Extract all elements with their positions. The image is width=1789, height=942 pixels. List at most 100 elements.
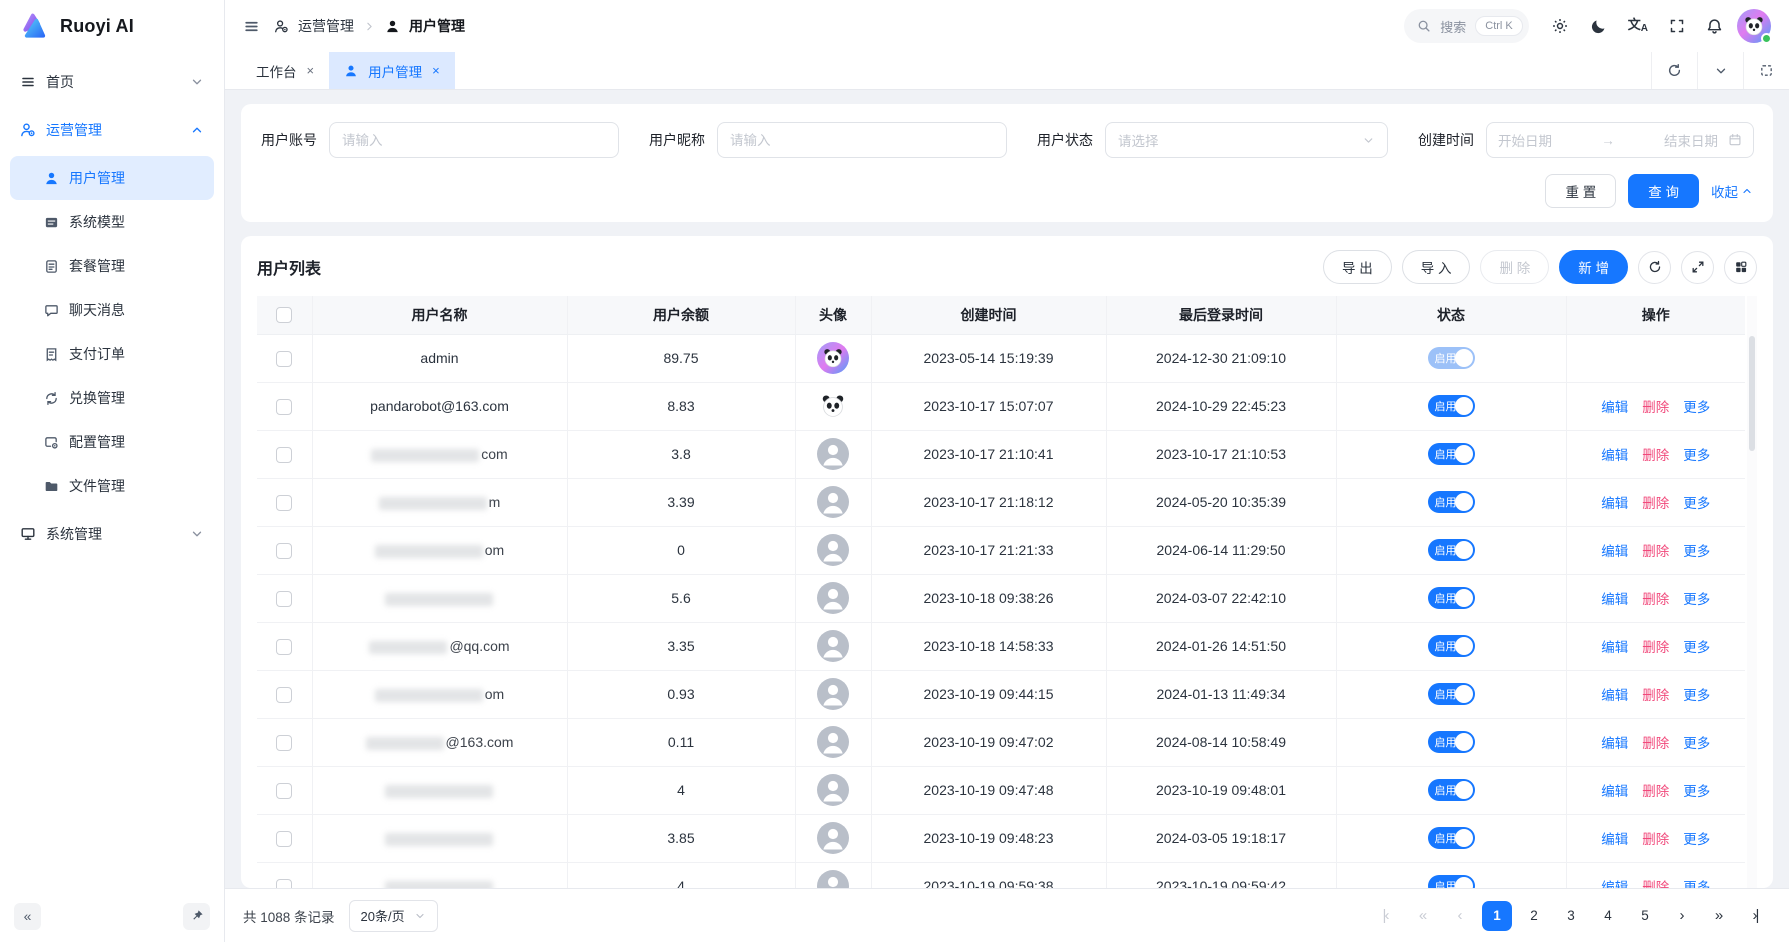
more-link[interactable]: 更多 — [1683, 832, 1710, 847]
edit-link[interactable]: 编辑 — [1601, 496, 1628, 511]
more-link[interactable]: 更多 — [1683, 544, 1710, 559]
jump-forward-button[interactable]: » — [1704, 901, 1734, 931]
row-checkbox[interactable] — [276, 351, 292, 367]
row-checkbox[interactable] — [276, 783, 292, 799]
status-toggle[interactable]: 启用 — [1428, 875, 1475, 888]
more-link[interactable]: 更多 — [1683, 496, 1710, 511]
table-scrollbar[interactable] — [1747, 296, 1757, 888]
sidebar-item-operations[interactable]: 运营管理 — [10, 108, 214, 152]
global-search[interactable]: 搜索 Ctrl K — [1404, 9, 1529, 43]
edit-link[interactable]: 编辑 — [1601, 400, 1628, 415]
edit-link[interactable]: 编辑 — [1601, 592, 1628, 607]
collapse-sidebar-button[interactable]: « — [14, 903, 41, 930]
scrollbar-thumb[interactable] — [1749, 336, 1755, 451]
status-select[interactable]: 请选择 — [1105, 122, 1388, 158]
tab-user-management[interactable]: 用户管理 × — [329, 52, 455, 89]
select-all-checkbox[interactable] — [276, 307, 292, 323]
more-link[interactable]: 更多 — [1683, 784, 1710, 799]
delete-link[interactable]: 删除 — [1642, 496, 1669, 511]
delete-link[interactable]: 删除 — [1642, 736, 1669, 751]
close-icon[interactable]: × — [307, 64, 315, 77]
refresh-table-button[interactable] — [1638, 251, 1671, 284]
row-checkbox[interactable] — [276, 879, 292, 888]
page-button-5[interactable]: 5 — [1630, 901, 1660, 931]
row-checkbox[interactable] — [276, 831, 292, 847]
row-checkbox[interactable] — [276, 447, 292, 463]
date-range-picker[interactable]: 开始日期 → 结束日期 — [1486, 122, 1754, 158]
page-button-4[interactable]: 4 — [1593, 901, 1623, 931]
delete-button[interactable]: 删 除 — [1480, 250, 1549, 284]
more-link[interactable]: 更多 — [1683, 640, 1710, 655]
dark-mode-toggle[interactable] — [1590, 18, 1607, 35]
sidebar-item-system-management[interactable]: 系统管理 — [10, 512, 214, 556]
row-checkbox[interactable] — [276, 543, 292, 559]
edit-link[interactable]: 编辑 — [1601, 544, 1628, 559]
status-toggle[interactable]: 启用 — [1428, 587, 1475, 609]
more-link[interactable]: 更多 — [1683, 400, 1710, 415]
delete-link[interactable]: 删除 — [1642, 784, 1669, 799]
edit-link[interactable]: 编辑 — [1601, 880, 1628, 888]
user-avatar[interactable] — [1737, 9, 1771, 43]
row-checkbox[interactable] — [276, 735, 292, 751]
status-toggle[interactable]: 启用 — [1428, 395, 1475, 417]
more-link[interactable]: 更多 — [1683, 880, 1710, 888]
column-settings-button[interactable] — [1724, 251, 1757, 284]
import-button[interactable]: 导 入 — [1402, 250, 1471, 284]
edit-link[interactable]: 编辑 — [1601, 688, 1628, 703]
status-toggle[interactable]: 启用 — [1428, 731, 1475, 753]
row-checkbox[interactable] — [276, 399, 292, 415]
edit-link[interactable]: 编辑 — [1601, 736, 1628, 751]
sidebar-item-chat-messages[interactable]: 聊天消息 — [10, 288, 214, 332]
language-switch-button[interactable]: 文A — [1628, 18, 1648, 34]
row-checkbox[interactable] — [276, 639, 292, 655]
prev-page-button[interactable]: ‹ — [1445, 901, 1475, 931]
edit-link[interactable]: 编辑 — [1601, 640, 1628, 655]
more-link[interactable]: 更多 — [1683, 688, 1710, 703]
account-input[interactable] — [329, 122, 619, 158]
sidebar-item-config-management[interactable]: 配置管理 — [10, 420, 214, 464]
maximize-content-button[interactable] — [1743, 52, 1789, 89]
query-button[interactable]: 查 询 — [1628, 174, 1699, 208]
last-page-button[interactable]: ›| — [1741, 901, 1771, 931]
add-button[interactable]: 新 增 — [1559, 250, 1628, 284]
edit-link[interactable]: 编辑 — [1601, 784, 1628, 799]
status-toggle[interactable]: 启用 — [1428, 539, 1475, 561]
reset-button[interactable]: 重 置 — [1545, 174, 1616, 208]
tab-options-button[interactable] — [1697, 52, 1743, 89]
tab-workbench[interactable]: 工作台 × — [241, 52, 329, 89]
breadcrumb-level1[interactable]: 运营管理 — [298, 16, 354, 36]
row-checkbox[interactable] — [276, 495, 292, 511]
sidebar-item-payment-orders[interactable]: 支付订单 — [10, 332, 214, 376]
status-toggle[interactable]: 启用 — [1428, 347, 1475, 369]
fullscreen-button[interactable] — [1669, 18, 1685, 34]
next-page-button[interactable]: › — [1667, 901, 1697, 931]
row-checkbox[interactable] — [276, 687, 292, 703]
status-toggle[interactable]: 启用 — [1428, 683, 1475, 705]
status-toggle[interactable]: 启用 — [1428, 827, 1475, 849]
delete-link[interactable]: 删除 — [1642, 640, 1669, 655]
edit-link[interactable]: 编辑 — [1601, 832, 1628, 847]
settings-button[interactable] — [1551, 17, 1569, 35]
edit-link[interactable]: 编辑 — [1601, 448, 1628, 463]
page-button-2[interactable]: 2 — [1519, 901, 1549, 931]
pin-sidebar-button[interactable] — [183, 903, 210, 930]
notifications-button[interactable] — [1706, 18, 1723, 35]
delete-link[interactable]: 删除 — [1642, 592, 1669, 607]
close-icon[interactable]: × — [432, 64, 440, 77]
sidebar-item-file-management[interactable]: 文件管理 — [10, 464, 214, 508]
nickname-input[interactable] — [717, 122, 1007, 158]
status-toggle[interactable]: 启用 — [1428, 779, 1475, 801]
status-toggle[interactable]: 启用 — [1428, 491, 1475, 513]
table-fullscreen-button[interactable] — [1681, 251, 1714, 284]
delete-link[interactable]: 删除 — [1642, 544, 1669, 559]
sidebar-item-system-models[interactable]: 系统模型 — [10, 200, 214, 244]
sidebar-item-user-management[interactable]: 用户管理 — [10, 156, 214, 200]
first-page-button[interactable]: |‹ — [1371, 901, 1401, 931]
more-link[interactable]: 更多 — [1683, 448, 1710, 463]
collapse-filters-link[interactable]: 收起 — [1711, 181, 1753, 201]
page-button-3[interactable]: 3 — [1556, 901, 1586, 931]
sidebar-item-exchange-management[interactable]: 兑换管理 — [10, 376, 214, 420]
delete-link[interactable]: 删除 — [1642, 880, 1669, 888]
more-link[interactable]: 更多 — [1683, 736, 1710, 751]
delete-link[interactable]: 删除 — [1642, 688, 1669, 703]
